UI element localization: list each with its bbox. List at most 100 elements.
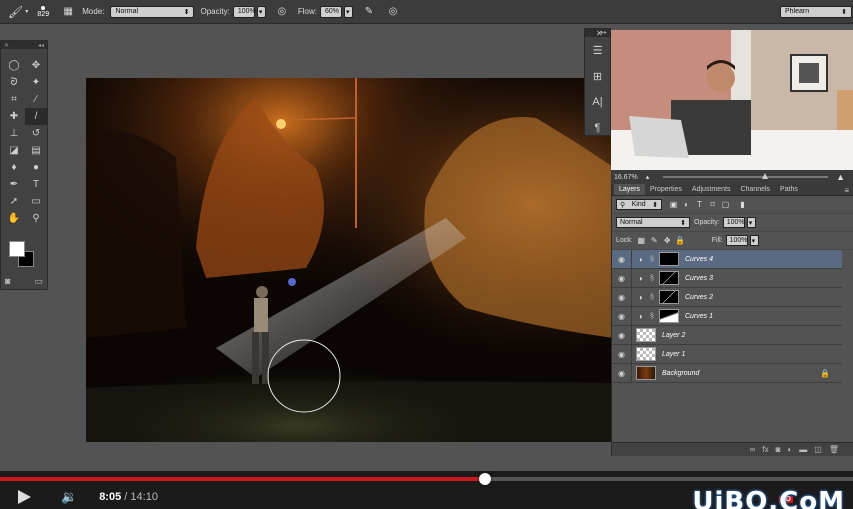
zoom-tool-icon[interactable]: ⚲ (25, 210, 47, 227)
visibility-eye-icon[interactable]: ◉ (612, 306, 632, 326)
fill-field[interactable]: 100% (725, 235, 748, 246)
lock-pixels-icon[interactable]: ✎ (649, 235, 660, 246)
hand-tool-icon[interactable]: ✋ (3, 210, 25, 227)
smart-object-filter-icon[interactable]: ▢ (720, 199, 731, 210)
layer-row-curves-4[interactable]: ◉ ◑ § Curves 4 (612, 249, 842, 269)
play-icon[interactable] (18, 490, 31, 504)
layer-row-curves-2[interactable]: ◉ ◑ § Curves 2 (612, 287, 842, 307)
visibility-eye-icon[interactable]: ◉ (612, 249, 632, 269)
layer-row-layer-1[interactable]: ◉ Layer 1 (612, 344, 842, 364)
brush-preset-picker[interactable]: 829 (32, 2, 54, 22)
workspace-select[interactable]: Phlearn ⬍ (780, 5, 852, 18)
brush-tool-icon[interactable]: / (25, 108, 47, 125)
layer-row-background[interactable]: ◉ Background 🔒 (612, 363, 842, 383)
adjustment-sliders-icon[interactable]: ☰ (585, 37, 610, 63)
opacity-dropdown[interactable]: ▾ (256, 5, 266, 18)
tab-paths[interactable]: Paths (775, 184, 803, 195)
visibility-eye-icon[interactable]: ◉ (612, 287, 632, 307)
pixel-filter-icon[interactable]: ▣ (668, 199, 679, 210)
layer-mask-thumbnail[interactable] (659, 309, 679, 323)
type-tool-icon[interactable]: T (25, 176, 47, 193)
move-tool-icon[interactable]: ✥ (25, 57, 47, 74)
layer-thumbnail[interactable] (636, 347, 656, 361)
tools-panel-header[interactable]: ✕ ◂◂ (1, 41, 47, 49)
volume-icon[interactable]: 🔉 (61, 489, 77, 505)
new-group-icon[interactable]: ▬ (799, 445, 807, 454)
magic-wand-icon[interactable]: ✦ (25, 74, 47, 91)
zoom-out-icon[interactable]: ▴ (646, 173, 650, 181)
flow-field[interactable]: 60% (319, 5, 342, 18)
blend-mode-select[interactable]: Normal ⬍ (616, 217, 690, 228)
layer-mask-thumbnail[interactable] (659, 252, 679, 266)
layer-row-layer-2[interactable]: ◉ Layer 2 (612, 325, 842, 345)
pressure-size-icon[interactable]: ◎ (385, 5, 401, 19)
dodge-tool-icon[interactable]: ● (25, 159, 47, 176)
brush-presets-icon[interactable]: ⊞ (585, 63, 610, 89)
filter-kind-select[interactable]: ⚲ Kind ⬍ (616, 199, 662, 210)
tab-layers[interactable]: Layers (614, 184, 646, 195)
layer-opacity-field[interactable]: 100% (722, 217, 745, 228)
eraser-icon[interactable]: ◪ (3, 142, 25, 159)
eyedropper-icon[interactable]: ⁄ (25, 91, 47, 108)
layer-mask-thumbnail[interactable] (659, 290, 679, 304)
lock-transparent-icon[interactable]: ▦ (636, 235, 647, 246)
zoom-slider[interactable] (663, 173, 829, 179)
navigator-zoom-value[interactable]: 16.67% (614, 174, 638, 181)
tab-properties[interactable]: Properties (645, 184, 687, 195)
add-mask-icon[interactable]: ◙ (776, 445, 781, 454)
type-filter-icon[interactable]: T (694, 199, 705, 210)
shape-filter-icon[interactable]: ⌑ (707, 199, 718, 210)
tab-adjustments[interactable]: Adjustments (687, 184, 736, 195)
filter-toggle-icon[interactable]: ▮ (737, 199, 748, 210)
new-adjustment-icon[interactable]: ◐ (787, 445, 792, 454)
layer-row-curves-3[interactable]: ◉ ◑ § Curves 3 (612, 268, 842, 288)
path-selection-icon[interactable]: ➚ (3, 193, 25, 210)
mode-select[interactable]: Normal ⬍ (110, 5, 195, 18)
new-layer-icon[interactable]: ◫ (814, 445, 822, 454)
layer-thumbnail[interactable] (636, 328, 656, 342)
brush-panel-icon[interactable]: ▦ (60, 5, 76, 19)
visibility-eye-icon[interactable]: ◉ (612, 268, 632, 288)
brush-tool-icon[interactable]: 🖌 (8, 5, 23, 19)
collapse-icon[interactable]: ◂◂ (38, 42, 44, 49)
progress-bar[interactable] (0, 473, 853, 485)
layer-mask-thumbnail[interactable] (659, 271, 679, 285)
pen-tool-icon[interactable]: ✒ (3, 176, 25, 193)
healing-brush-icon[interactable]: ✚ (3, 108, 25, 125)
quick-mask-icon[interactable]: ◙ (5, 276, 10, 287)
history-brush-icon[interactable]: ↺ (25, 125, 47, 142)
flow-dropdown[interactable]: ▾ (343, 5, 353, 18)
layer-thumbnail[interactable] (636, 366, 656, 380)
layer-row-curves-1[interactable]: ◉ ◑ § Curves 1 (612, 306, 842, 326)
lock-position-icon[interactable]: ✥ (662, 235, 673, 246)
close-icon[interactable]: ✕ (4, 42, 9, 49)
zoom-slider-knob[interactable] (762, 173, 769, 179)
gradient-tool-icon[interactable]: ▤ (25, 142, 47, 159)
link-layers-icon[interactable]: ∞ (750, 445, 756, 454)
delete-layer-icon[interactable]: 🗑 (829, 445, 839, 454)
tool-preset-dropdown-icon[interactable]: ▾ (25, 8, 28, 15)
screen-mode-icon[interactable]: ▭ (34, 276, 43, 287)
close-icon[interactable]: ✕ (596, 29, 603, 38)
foreground-color-swatch[interactable] (9, 241, 25, 257)
document-canvas[interactable] (86, 78, 614, 442)
paragraph-icon[interactable]: ¶ (585, 115, 610, 141)
adjustment-filter-icon[interactable]: ◐ (681, 199, 692, 210)
layer-opacity-dropdown[interactable]: ▾ (746, 217, 756, 228)
character-icon[interactable]: A| (585, 89, 610, 115)
visibility-eye-icon[interactable]: ◉ (612, 325, 632, 345)
layer-style-icon[interactable]: fx (762, 445, 768, 454)
rectangle-tool-icon[interactable]: ▭ (25, 193, 47, 210)
lock-all-icon[interactable]: 🔒 (675, 235, 686, 246)
crop-tool-icon[interactable]: ⌗ (3, 91, 25, 108)
opacity-field[interactable]: 100% (232, 5, 256, 18)
elliptical-marquee-icon[interactable]: ◯ (3, 57, 25, 74)
pressure-opacity-icon[interactable]: ◎ (274, 5, 290, 19)
tab-channels[interactable]: Channels (735, 184, 775, 195)
visibility-eye-icon[interactable]: ◉ (612, 344, 632, 364)
scrubber-knob[interactable] (478, 473, 491, 485)
blur-tool-icon[interactable]: ♦ (3, 159, 25, 176)
panel-menu-icon[interactable]: ≡ (844, 186, 853, 195)
fill-dropdown[interactable]: ▾ (749, 235, 759, 246)
zoom-in-icon[interactable]: ▲ (836, 172, 845, 182)
